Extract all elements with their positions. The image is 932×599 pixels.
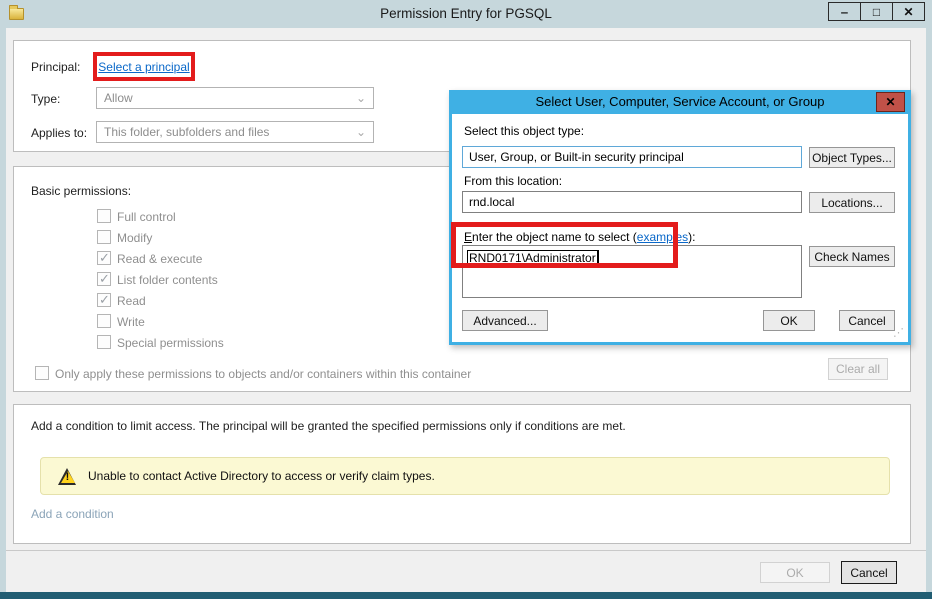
chevron-down-icon: ⌄ [356, 122, 366, 142]
footer-divider [6, 550, 926, 551]
window-title: Permission Entry for PGSQL [0, 6, 932, 21]
resize-grip[interactable]: ⋰ [893, 326, 904, 339]
applies-to-dropdown[interactable]: This folder, subfolders and files ⌄ [96, 121, 374, 143]
permission-label: Full control [117, 210, 176, 224]
principal-label: Principal: [31, 60, 80, 74]
cancel-button[interactable]: Cancel [841, 561, 897, 584]
object-type-field[interactable]: User, Group, or Built-in security princi… [462, 146, 802, 168]
from-location-label: From this location: [464, 174, 562, 188]
type-dropdown[interactable]: Allow ⌄ [96, 87, 374, 109]
select-user-dialog-title: Select User, Computer, Service Account, … [449, 90, 911, 114]
checkbox-only-apply[interactable] [35, 366, 49, 380]
permission-label: Write [117, 315, 145, 329]
warning-banner: ! Unable to contact Active Directory to … [40, 457, 890, 495]
checkbox-write[interactable] [97, 314, 111, 328]
advanced-button[interactable]: Advanced... [462, 310, 548, 331]
location-field[interactable]: rnd.local [462, 191, 802, 213]
window-controls: ‒ □ ✕ [829, 2, 925, 21]
permission-label: Read & execute [117, 252, 202, 266]
condition-description: Add a condition to limit access. The pri… [31, 419, 626, 433]
type-value: Allow [104, 91, 133, 105]
warning-icon: ! [58, 468, 77, 485]
checkbox-read-execute[interactable] [97, 251, 111, 265]
checkbox-special-permissions[interactable] [97, 335, 111, 349]
ok-button[interactable]: OK [760, 562, 830, 583]
warning-text: Unable to contact Active Directory to ac… [88, 469, 435, 483]
select-principal-link[interactable]: Select a principal [98, 60, 189, 74]
close-button[interactable]: ✕ [892, 2, 925, 21]
picker-cancel-button[interactable]: Cancel [839, 310, 895, 331]
applies-to-label: Applies to: [31, 126, 87, 140]
checkbox-list-folder-contents[interactable] [97, 272, 111, 286]
checkbox-modify[interactable] [97, 230, 111, 244]
maximize-button[interactable]: □ [860, 2, 893, 21]
window-bottom-border [0, 592, 932, 599]
applies-to-value: This folder, subfolders and files [104, 125, 269, 139]
close-icon[interactable]: ✕ [876, 92, 905, 112]
basic-permissions-label: Basic permissions: [31, 184, 131, 198]
object-type-value: User, Group, or Built-in security princi… [469, 150, 684, 164]
only-apply-label: Only apply these permissions to objects … [55, 367, 471, 381]
permission-label: Read [117, 294, 146, 308]
permission-label: Modify [117, 231, 152, 245]
type-label: Type: [31, 92, 60, 106]
permission-entry-window: Permission Entry for PGSQL ‒ □ ✕ Princip… [0, 0, 932, 599]
principal-annotation-box: Select a principal [93, 52, 195, 81]
add-condition-link[interactable]: Add a condition [31, 507, 114, 521]
checkbox-full-control[interactable] [97, 209, 111, 223]
checkbox-read[interactable] [97, 293, 111, 307]
object-name-annotation-box [451, 222, 678, 268]
permission-label: Special permissions [117, 336, 224, 350]
object-types-button[interactable]: Object Types... [809, 147, 895, 168]
check-names-button[interactable]: Check Names [809, 246, 895, 267]
select-user-dialog: Select User, Computer, Service Account, … [449, 90, 911, 345]
clear-all-button[interactable]: Clear all [828, 358, 888, 380]
minimize-button[interactable]: ‒ [828, 2, 861, 21]
locations-button[interactable]: Locations... [809, 192, 895, 213]
permission-label: List folder contents [117, 273, 218, 287]
title-bar: Permission Entry for PGSQL ‒ □ ✕ [0, 0, 932, 28]
chevron-down-icon: ⌄ [356, 88, 366, 108]
picker-ok-button[interactable]: OK [763, 310, 815, 331]
object-type-label: Select this object type: [464, 124, 584, 138]
label-suffix: ): [688, 230, 695, 244]
location-value: rnd.local [469, 195, 514, 209]
